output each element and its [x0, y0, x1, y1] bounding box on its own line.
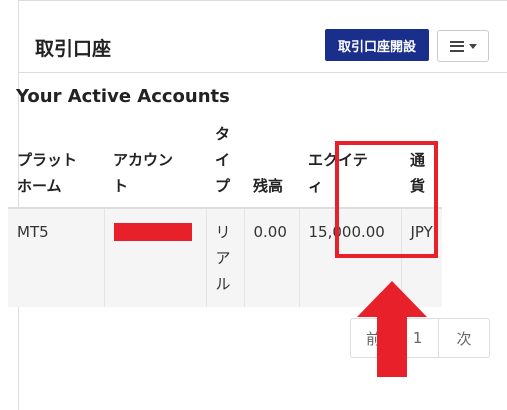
column-header-type: タイプ	[206, 113, 244, 209]
page-title: 取引口座	[35, 38, 112, 60]
equity-highlight-box	[335, 141, 438, 258]
cell-balance: 0.00	[244, 208, 300, 307]
cell-platform: MT5	[8, 208, 105, 307]
open-account-button[interactable]: 取引口座開設	[325, 29, 429, 61]
column-header-account: アカウント	[104, 113, 206, 209]
panel-header: 取引口座 取引口座開設	[19, 1, 507, 73]
menu-dropdown-button[interactable]	[437, 30, 489, 62]
cell-account	[104, 208, 207, 307]
column-header-balance: 残高	[244, 113, 299, 209]
column-header-platform: プラット ホーム	[8, 113, 104, 209]
caret-down-icon	[468, 43, 477, 49]
hamburger-icon	[449, 40, 464, 52]
cell-type: リアル	[206, 208, 245, 307]
red-up-arrow-icon	[357, 281, 427, 377]
pagination-next[interactable]: 次	[439, 319, 489, 357]
section-title: Your Active Accounts	[16, 86, 230, 107]
redacted-account-number	[113, 223, 192, 241]
